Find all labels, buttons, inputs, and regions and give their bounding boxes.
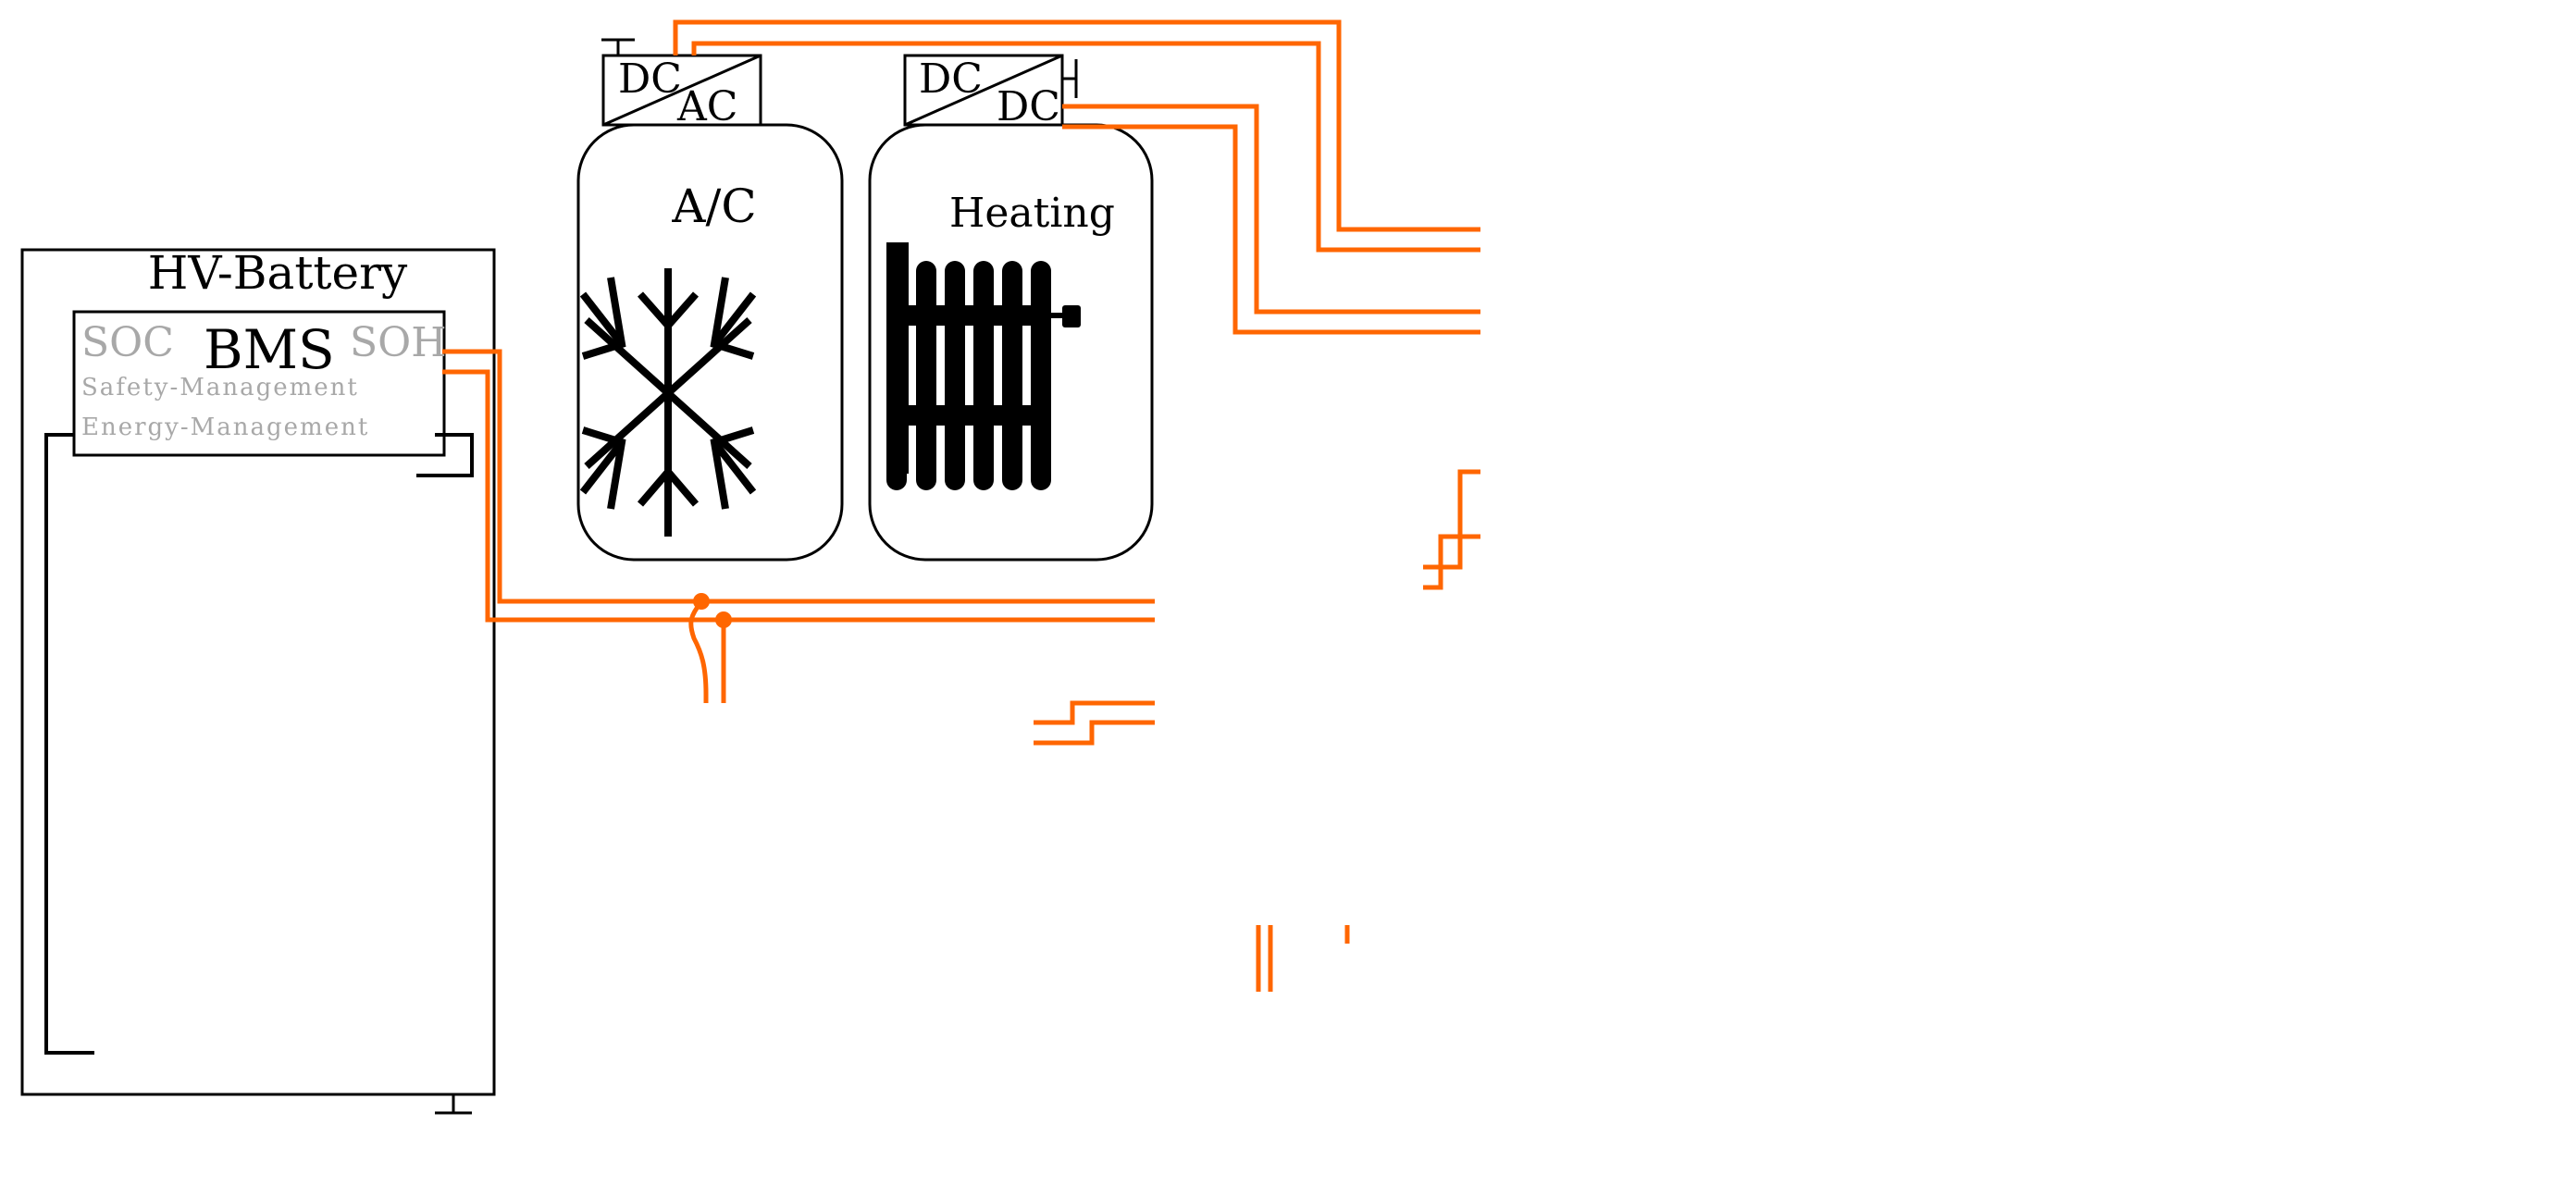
- battery-ground-icon: [435, 1094, 472, 1115]
- hv-cable-pdu-inv-pos: [1423, 469, 1480, 570]
- dc-dc-converter-heating: DC DC: [903, 54, 1064, 130]
- heating-converter-in: DC: [919, 56, 983, 103]
- ev-hv-architecture-diagram: HV-Battery SOC BMS SOH Safety-Management…: [20, 19, 1480, 1115]
- ac-converter-in: DC: [618, 56, 682, 103]
- heating-title: Heating: [949, 190, 1115, 237]
- snowflake-icon: [579, 268, 757, 537]
- bms-soc-label: SOC: [81, 319, 174, 366]
- hv-cable-dcdc-neg: [1034, 720, 1155, 746]
- heating-ground-icon: [1062, 59, 1078, 98]
- hv-junction: [693, 593, 710, 610]
- battery-negative-bus: [44, 433, 94, 1055]
- hv-cable-imd-pos: [688, 599, 709, 703]
- radiator-icon: [886, 242, 1081, 490]
- bms-soh-label: SOH: [350, 319, 447, 366]
- ac-converter-out: AC: [676, 83, 737, 130]
- battery-title: HV-Battery: [148, 246, 408, 300]
- hv-cable-heating-pos: [1062, 104, 1480, 315]
- dc-ac-converter: DC AC: [601, 54, 762, 130]
- ac-unit: DC AC A/C: [576, 38, 844, 562]
- heating-converter-out: DC: [997, 83, 1060, 130]
- ac-ground-icon: [601, 38, 635, 56]
- ac-title: A/C: [671, 179, 756, 233]
- hv-battery: HV-Battery SOC BMS SOH Safety-Management…: [20, 246, 496, 1115]
- heating-unit: DC DC Heating: [868, 54, 1154, 562]
- bms-title: BMS: [204, 318, 335, 381]
- hv-cables: [442, 19, 1480, 992]
- bms-energy-label: Energy-Management: [81, 414, 369, 441]
- hv-junction: [715, 611, 732, 628]
- hv-cable-dcdc-pos: [1034, 700, 1155, 725]
- bms-safety-label: Safety-Management: [81, 374, 359, 401]
- hv-cable-pdu-inv-neg: [1423, 534, 1480, 590]
- bms: SOC BMS SOH Safety-Management Energy-Man…: [72, 310, 447, 457]
